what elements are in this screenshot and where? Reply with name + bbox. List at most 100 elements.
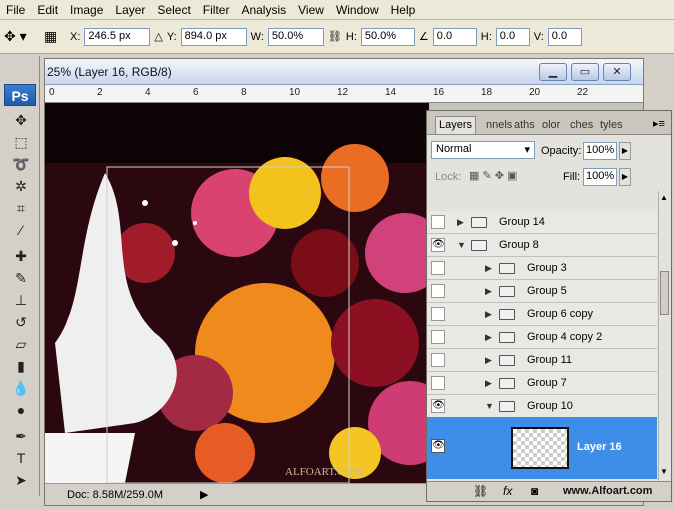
blur-tool-icon[interactable]: 💧 [10,378,32,398]
menu-file[interactable]: File [0,3,31,17]
menu-image[interactable]: Image [64,3,109,17]
hskew-field[interactable]: 0.0 [495,27,530,46]
reference-point-icon[interactable]: ▦ [44,28,66,45]
visibility-toggle[interactable] [431,376,445,390]
blend-mode-select[interactable]: Normal ▾ [431,141,535,159]
menu-select[interactable]: Select [151,3,196,17]
selected-layer-row[interactable]: 👁 Layer 16 [427,417,657,479]
move-tool-preset-icon[interactable]: ✥ ▾ [4,28,40,45]
layer-row[interactable]: ▶ Group 6 copy [427,303,657,326]
expand-arrow-icon[interactable]: ▶ [457,217,464,228]
layer-row[interactable]: ▶ Group 5 [427,280,657,303]
expand-arrow-icon[interactable]: ▶ [485,309,492,320]
minimize-button[interactable]: ▁ [539,63,567,81]
menu-edit[interactable]: Edit [31,3,64,17]
mask-icon[interactable]: ◙ [531,484,538,498]
layer-row[interactable]: 👁 ▼ Group 8 [427,234,657,257]
layer-row[interactable]: ▶ Group 11 [427,349,657,372]
layer-row[interactable]: ▶ Group 4 copy 2 [427,326,657,349]
visibility-toggle[interactable] [431,330,445,344]
opacity-field[interactable]: 100% [583,142,617,160]
eye-icon[interactable]: 👁 [431,238,445,252]
tab-paths[interactable]: aths [511,117,538,135]
clone-stamp-tool-icon[interactable]: ⊥ [10,290,32,310]
layer-style-icon[interactable]: fx [503,484,512,498]
scroll-down-icon[interactable]: ▼ [660,467,668,476]
fill-field[interactable]: 100% [583,168,617,186]
menu-window[interactable]: Window [330,3,385,17]
path-selection-tool-icon[interactable]: ➤ [10,470,32,490]
menu-view[interactable]: View [292,3,330,17]
width-field[interactable]: 50.0% [267,27,324,46]
crop-tool-icon[interactable]: ⌗ [10,198,32,218]
visibility-toggle[interactable] [431,284,445,298]
menu-layer[interactable]: Layer [109,3,151,17]
expand-arrow-icon[interactable]: ▶ [485,286,492,297]
collapse-arrow-icon[interactable]: ▼ [457,240,466,250]
visibility-toggle[interactable] [431,307,445,321]
collapse-arrow-icon[interactable]: ▼ [485,401,494,411]
tab-layers[interactable]: Layers [435,116,477,134]
tab-color[interactable]: olor [539,117,563,135]
layer-row[interactable]: ▶ Group 7 [427,372,657,395]
history-brush-tool-icon[interactable]: ↺ [10,312,32,332]
layer-name: Group 4 copy 2 [527,331,603,343]
visibility-toggle[interactable] [431,261,445,275]
eraser-tool-icon[interactable]: ▱ [10,334,32,354]
scroll-up-icon[interactable]: ▲ [660,193,668,202]
eye-icon[interactable]: 👁 [431,399,445,413]
opacity-arrow-icon[interactable]: ▶ [619,142,631,160]
lasso-tool-icon[interactable]: ➰ [10,154,32,174]
blend-mode-value: Normal [436,143,472,155]
link-icon[interactable]: ⛓ [328,30,342,43]
menu-analysis[interactable]: Analysis [235,3,292,17]
eyedropper-tool-icon[interactable]: ⁄ [10,220,32,240]
tab-swatches[interactable]: ches [567,117,596,135]
expand-arrow-icon[interactable]: ▶ [485,378,492,389]
document-canvas[interactable]: ALFOART.COM [45,103,429,483]
brush-tool-icon[interactable]: ✎ [10,268,32,288]
layer-row[interactable]: ▶ Group 3 [427,257,657,280]
marquee-tool-icon[interactable]: ⬚ [10,132,32,152]
expand-arrow-icon[interactable]: ▶ [485,355,492,366]
eye-icon[interactable]: 👁 [431,439,445,453]
tab-styles[interactable]: tyles [597,117,626,135]
x-field[interactable]: 246.5 px [84,27,151,46]
layers-bottom-bar: ⛓ fx ◙ www.Alfoart.com [427,481,671,501]
layers-panel: Layers nnels aths olor ches tyles ▸≡ Nor… [426,110,672,502]
close-button[interactable]: ✕ [603,63,631,81]
scroll-thumb[interactable] [660,271,669,315]
magic-wand-tool-icon[interactable]: ✲ [10,176,32,196]
angle-field[interactable]: 0.0 [432,27,477,46]
status-arrow-icon[interactable]: ▶ [200,488,208,501]
y-field[interactable]: 894.0 px [180,27,247,46]
gradient-tool-icon[interactable]: ▮ [10,356,32,376]
menu-help[interactable]: Help [385,3,422,17]
expand-arrow-icon[interactable]: ▶ [485,332,492,343]
height-field[interactable]: 50.0% [360,27,415,46]
lock-icons[interactable]: ▦ ✎ ✥ ▣ [469,169,517,182]
menu-filter[interactable]: Filter [197,3,236,17]
layers-scrollbar[interactable]: ▲ ▼ [658,191,670,481]
visibility-toggle[interactable] [431,215,445,229]
layer-row[interactable]: ▶ Group 14 [427,211,657,234]
selected-layer-name: Layer 16 [577,441,622,453]
visibility-toggle[interactable] [431,353,445,367]
ruler-tick: 16 [433,87,445,98]
panel-menu-icon[interactable]: ▸≡ [653,117,665,130]
expand-arrow-icon[interactable]: ▶ [485,263,492,274]
type-tool-icon[interactable]: T [10,448,32,468]
ruler-tick: 2 [97,87,103,98]
vskew-field[interactable]: 0.0 [547,27,582,46]
dodge-tool-icon[interactable]: ● [10,400,32,420]
x-label: X: [70,30,81,43]
link-layers-icon[interactable]: ⛓ [473,484,488,498]
healing-brush-tool-icon[interactable]: ✚ [10,246,32,266]
fill-arrow-icon[interactable]: ▶ [619,168,631,186]
move-tool-icon[interactable]: ✥ [10,110,32,130]
ruler-tick: 18 [481,87,493,98]
maximize-button[interactable]: ▭ [571,63,599,81]
pen-tool-icon[interactable]: ✒ [10,426,32,446]
layer-row[interactable]: 👁 ▼ Group 10 [427,395,657,418]
ruler-tick: 0 [49,87,55,98]
